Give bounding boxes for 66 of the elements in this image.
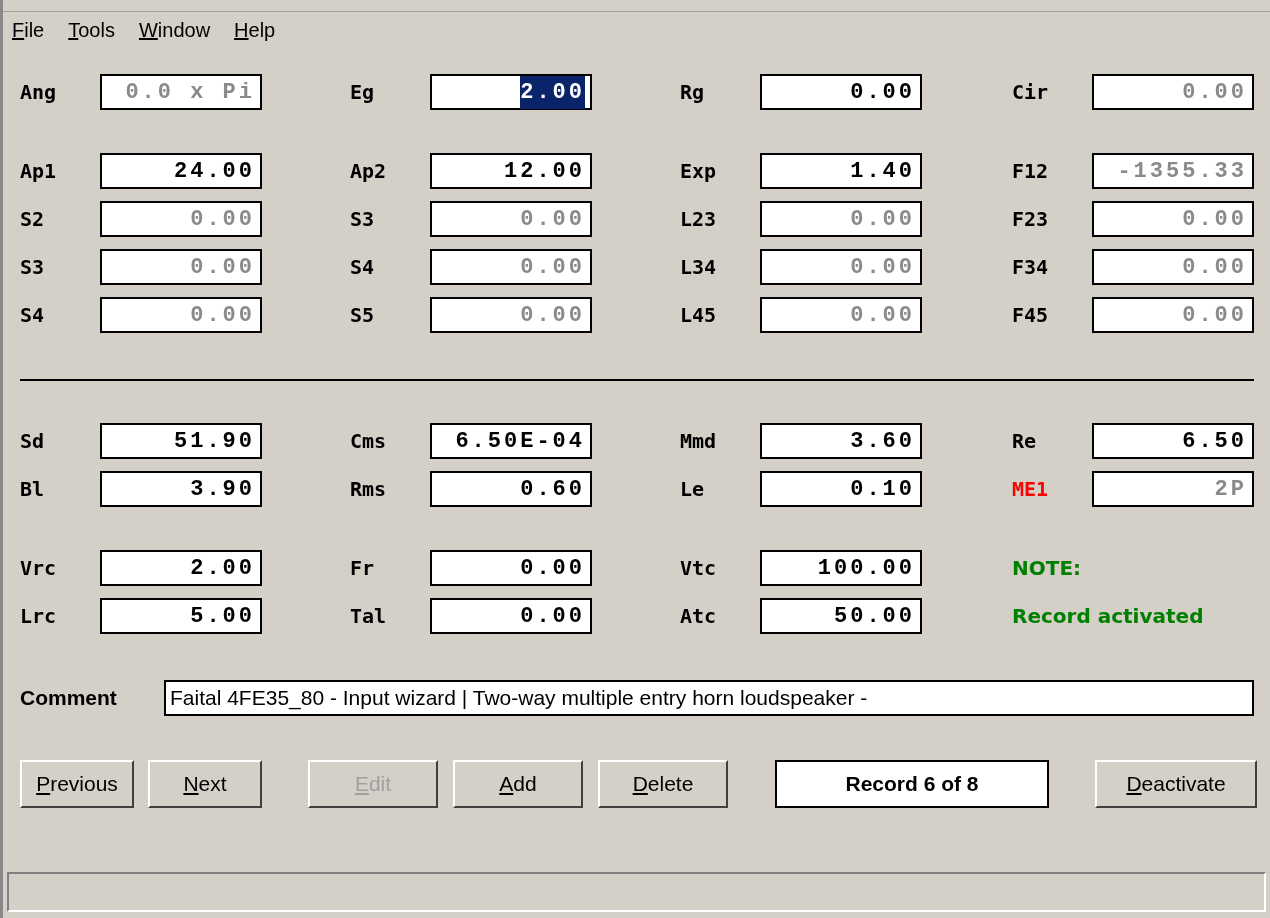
field-label: F23 <box>1012 206 1050 233</box>
field-label: L34 <box>680 254 718 281</box>
field-label: F45 <box>1012 302 1050 329</box>
field-label: ME1 <box>1012 476 1050 503</box>
field-label: Cir <box>1012 79 1050 106</box>
field-label: S5 <box>350 302 376 329</box>
comment-label: Comment <box>20 685 118 712</box>
field-label: Fr <box>350 555 376 582</box>
input-field[interactable]: 6.50 <box>1092 423 1254 459</box>
field-label: Tal <box>350 603 388 630</box>
field-label: Mmd <box>680 428 718 455</box>
field-label: Atc <box>680 603 718 630</box>
input-field[interactable]: 3.60 <box>760 423 922 459</box>
field-label: Le <box>680 476 706 503</box>
field-label: Cms <box>350 428 388 455</box>
note-text: Record activated <box>1012 603 1204 630</box>
field-label: F12 <box>1012 158 1050 185</box>
field-label: Eg <box>350 79 376 106</box>
input-field[interactable]: 1.40 <box>760 153 922 189</box>
field-label: Exp <box>680 158 718 185</box>
field-label: Vtc <box>680 555 718 582</box>
menu-item[interactable]: Tools <box>68 15 115 45</box>
input-field[interactable]: 0.00 <box>430 550 592 586</box>
field-label: Ap2 <box>350 158 388 185</box>
menu-item[interactable]: File <box>12 15 45 45</box>
input-field[interactable]: 50.00 <box>760 598 922 634</box>
push-button[interactable]: Deactivate <box>1095 760 1257 808</box>
input-field[interactable]: 0.60 <box>430 471 592 507</box>
push-button[interactable]: Add <box>453 760 583 808</box>
input-field[interactable]: 6.50E-04 <box>430 423 592 459</box>
input-field[interactable]: 5.00 <box>100 598 262 634</box>
field-label: F34 <box>1012 254 1050 281</box>
record-indicator: Record 6 of 8 <box>775 760 1049 808</box>
input-field[interactable]: 2.00 <box>430 74 592 110</box>
field-label: S4 <box>350 254 376 281</box>
comment-field[interactable]: Faital 4FE35_80 - Input wizard | Two-way multiple entry horn loudspeaker - <box>164 680 1254 716</box>
input-field[interactable]: 0.10 <box>760 471 922 507</box>
field-label: S2 <box>20 206 46 233</box>
field-label: L45 <box>680 302 718 329</box>
push-button[interactable]: Delete <box>598 760 728 808</box>
input-field[interactable]: 100.00 <box>760 550 922 586</box>
input-field[interactable]: 12.00 <box>430 153 592 189</box>
field-label: Bl <box>20 476 46 503</box>
field-label: S3 <box>350 206 376 233</box>
input-field[interactable]: 0.00 <box>430 598 592 634</box>
field-label: Re <box>1012 428 1038 455</box>
input-field[interactable]: 51.90 <box>100 423 262 459</box>
push-button[interactable]: Next <box>148 760 262 808</box>
input-field[interactable]: 24.00 <box>100 153 262 189</box>
field-label: Vrc <box>20 555 58 582</box>
field-label: Lrc <box>20 603 58 630</box>
menu-item[interactable]: Help <box>234 15 276 45</box>
field-label: Ang <box>20 79 58 106</box>
input-field[interactable]: 0.00 <box>760 74 922 110</box>
field-label: S3 <box>20 254 46 281</box>
field-label: S4 <box>20 302 46 329</box>
field-label: Rms <box>350 476 388 503</box>
input-field[interactable]: 3.90 <box>100 471 262 507</box>
push-button[interactable]: Previous <box>20 760 134 808</box>
note-text: NOTE: <box>1012 555 1082 582</box>
input-field[interactable]: 2.00 <box>100 550 262 586</box>
field-label: L23 <box>680 206 718 233</box>
field-label: Sd <box>20 428 46 455</box>
field-label: Ap1 <box>20 158 58 185</box>
field-label: Rg <box>680 79 706 106</box>
menu-item[interactable]: Window <box>138 15 211 45</box>
